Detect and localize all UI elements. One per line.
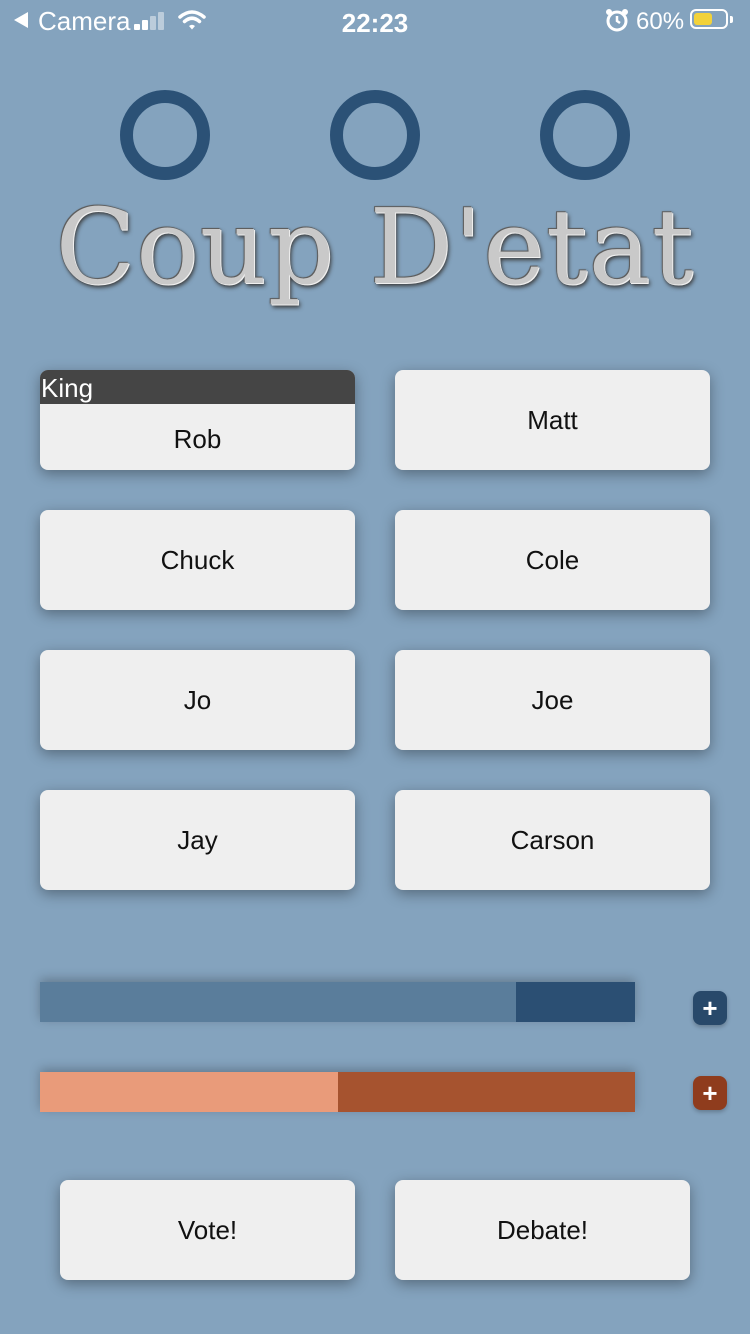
player-name: Jay bbox=[177, 825, 218, 855]
blue-meter-remainder bbox=[516, 982, 635, 1022]
blue-add-button[interactable]: + bbox=[693, 991, 727, 1025]
player-name: Chuck bbox=[160, 545, 235, 575]
blue-meter-bar bbox=[40, 982, 635, 1022]
vote-button[interactable]: Vote! bbox=[60, 1180, 355, 1280]
player-card-jay[interactable]: Jay bbox=[40, 790, 355, 890]
battery-icon bbox=[690, 9, 734, 31]
orange-meter-fill bbox=[40, 1072, 338, 1112]
round-indicator-3 bbox=[540, 90, 630, 180]
orange-add-button[interactable]: + bbox=[693, 1076, 727, 1110]
player-card-joe[interactable]: Joe bbox=[395, 650, 710, 750]
round-indicator-1 bbox=[120, 90, 210, 180]
battery-percent: 60% bbox=[636, 8, 685, 35]
player-name: Matt bbox=[527, 405, 578, 435]
status-bar: Camera 22:23 60% bbox=[0, 0, 750, 40]
game-title: Coup D'etat bbox=[55, 186, 695, 308]
player-name: Jo bbox=[183, 685, 212, 715]
player-card-matt[interactable]: Matt bbox=[395, 370, 710, 470]
player-name: Carson bbox=[510, 825, 595, 855]
player-card-cole[interactable]: Cole bbox=[395, 510, 710, 610]
player-card-jo[interactable]: Jo bbox=[40, 650, 355, 750]
player-card-carson[interactable]: Carson bbox=[395, 790, 710, 890]
round-indicator-2 bbox=[330, 90, 420, 180]
alarm-clock-icon bbox=[606, 9, 628, 32]
debate-button[interactable]: Debate! bbox=[395, 1180, 690, 1280]
player-name: Joe bbox=[531, 685, 574, 715]
orange-meter-bar bbox=[40, 1072, 635, 1112]
orange-meter-remainder bbox=[338, 1072, 635, 1112]
player-card-rob[interactable]: King Rob bbox=[40, 370, 355, 470]
blue-meter-fill bbox=[40, 982, 516, 1022]
player-card-chuck[interactable]: Chuck bbox=[40, 510, 355, 610]
player-name: Cole bbox=[525, 545, 580, 575]
king-role-label: King bbox=[40, 370, 355, 404]
player-name: Rob bbox=[173, 424, 222, 454]
